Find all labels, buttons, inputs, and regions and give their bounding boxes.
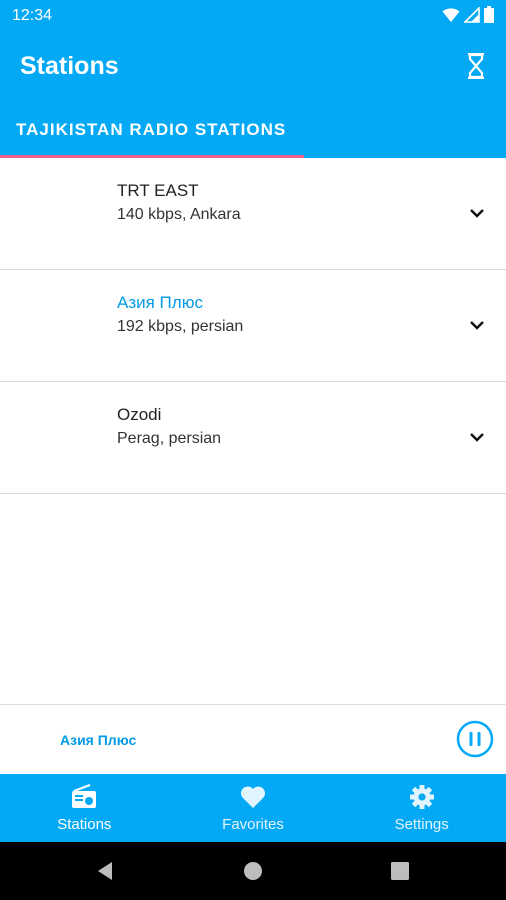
sleep-timer-button[interactable] — [460, 50, 492, 82]
battery-icon — [484, 6, 494, 23]
heart-icon — [240, 786, 266, 808]
radio-icon — [72, 784, 97, 808]
home-icon[interactable] — [242, 860, 264, 882]
signal-icon — [464, 6, 480, 23]
nav-item-settings[interactable]: Settings — [337, 774, 506, 842]
pause-icon[interactable] — [456, 720, 494, 758]
station-name: Азия Плюс — [117, 293, 203, 312]
station-row[interactable]: Ozodi Perag, persian — [0, 382, 506, 494]
nav-item-favorites[interactable]: Favorites — [169, 774, 338, 842]
tab-tajikistan-radio-stations[interactable]: TAJIKISTAN RADIO STATIONS — [16, 120, 286, 140]
chevron-down-icon[interactable] — [468, 316, 486, 334]
system-nav-bar — [0, 842, 506, 900]
now-playing-title: Азия Плюс — [60, 732, 137, 748]
status-time: 12:34 — [12, 7, 53, 24]
nav-item-stations[interactable]: Stations — [0, 774, 169, 842]
nav-label: Favorites — [222, 816, 284, 833]
station-list: TRT EAST 140 kbps, Ankara Азия Плюс 192 … — [0, 158, 506, 494]
nav-label: Stations — [57, 816, 112, 833]
recents-icon[interactable] — [389, 860, 411, 882]
station-name: Ozodi — [117, 405, 162, 424]
now-playing-bar[interactable]: Азия Плюс — [0, 704, 506, 774]
station-name: TRT EAST — [117, 181, 199, 200]
status-icons — [442, 6, 494, 23]
wifi-icon — [442, 7, 460, 22]
nav-label: Settings — [394, 816, 449, 833]
station-info: 140 kbps, Ankara — [117, 206, 241, 223]
chevron-down-icon[interactable] — [468, 428, 486, 446]
chevron-down-icon[interactable] — [468, 204, 486, 222]
station-info: 192 kbps, persian — [117, 318, 244, 335]
status-bar: 12:34 — [0, 0, 506, 32]
screen: 12:34 Stations TAJIKISTAN RADIO STATIONS… — [0, 0, 506, 900]
hourglass-icon — [468, 53, 484, 79]
station-row[interactable]: TRT EAST 140 kbps, Ankara — [0, 158, 506, 270]
back-icon[interactable] — [94, 860, 116, 882]
gear-icon — [409, 785, 434, 809]
tab-bar: TAJIKISTAN RADIO STATIONS — [0, 100, 506, 158]
app-bar: Stations — [0, 32, 506, 100]
station-info: Perag, persian — [117, 430, 222, 447]
bottom-nav: Stations Favorites Settings — [0, 774, 506, 842]
station-row[interactable]: Азия Плюс 192 kbps, persian — [0, 270, 506, 382]
page-title: Stations — [20, 52, 119, 80]
